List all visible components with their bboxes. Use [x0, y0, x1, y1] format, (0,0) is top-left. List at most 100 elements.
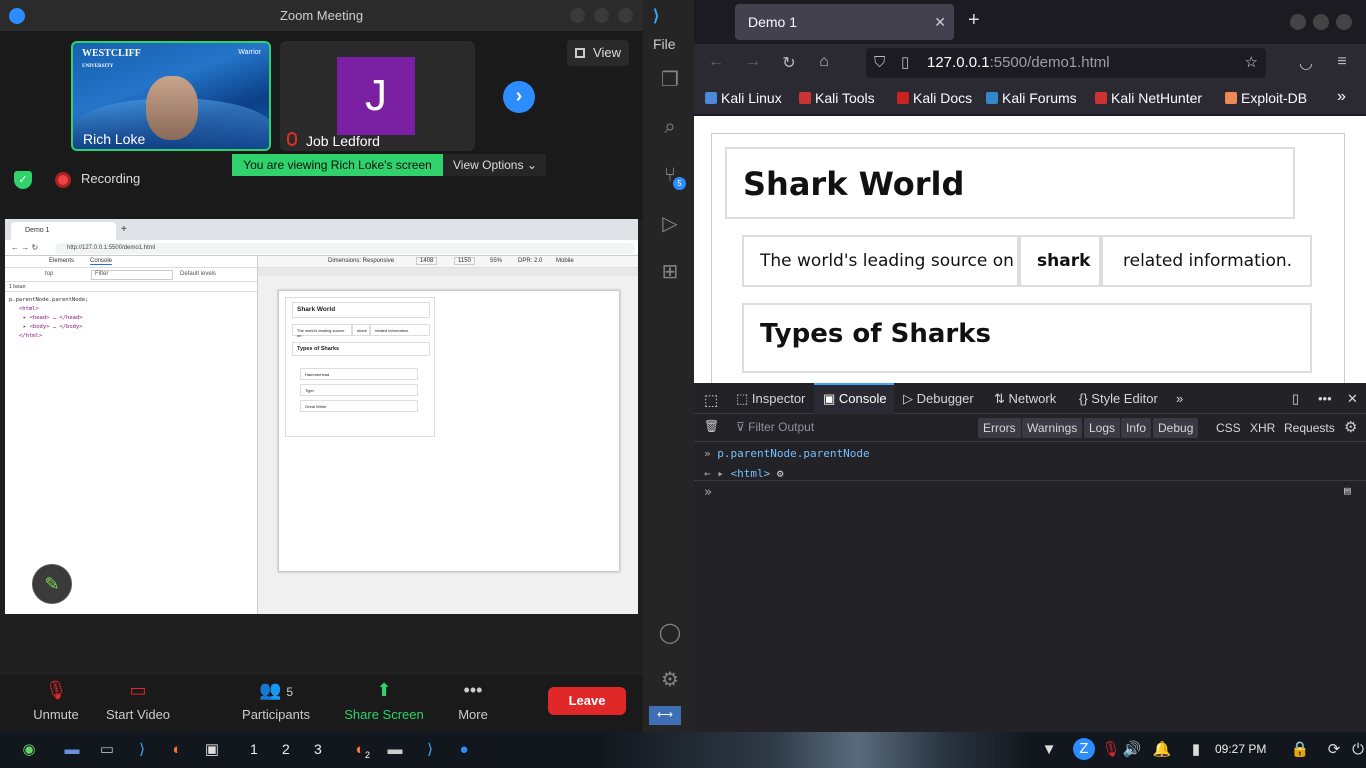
- unmute-button[interactable]: 🎙 Unmute: [28, 679, 84, 722]
- file-menu[interactable]: File: [653, 36, 676, 52]
- battery-icon[interactable]: ▮: [1184, 738, 1208, 762]
- forward-icon[interactable]: →: [742, 53, 764, 71]
- terminal-icon[interactable]: ▣: [200, 738, 224, 762]
- workspace-1[interactable]: 1: [250, 741, 258, 757]
- bookmark-star-icon[interactable]: ☆: [1245, 48, 1258, 78]
- home-icon[interactable]: ⌂: [813, 53, 835, 71]
- dock-icon[interactable]: ▯: [1292, 391, 1299, 407]
- files-icon[interactable]: ▭: [95, 738, 119, 762]
- zoom-window-icon[interactable]: ●: [452, 738, 476, 762]
- mini-cell: related information.: [370, 324, 430, 336]
- desktop-icon[interactable]: ▬: [60, 738, 84, 762]
- more-options-icon[interactable]: •••: [1318, 391, 1332, 406]
- share-arrow-icon: ⬆: [376, 680, 392, 700]
- bookmark-kali-nethunter[interactable]: Kali NetHunter: [1095, 90, 1202, 106]
- trash-icon[interactable]: 🗑: [704, 419, 719, 433]
- bookmark-kali-docs[interactable]: Kali Docs: [897, 90, 972, 106]
- remote-icon[interactable]: ⟷: [649, 706, 681, 725]
- filter-warnings[interactable]: Warnings: [1022, 418, 1083, 438]
- kali-menu-icon[interactable]: ◉: [17, 738, 41, 762]
- chevron-down-icon: ⌄: [526, 158, 537, 172]
- next-page-button[interactable]: ›: [503, 81, 535, 113]
- start-video-button[interactable]: ▭ Start Video: [102, 679, 174, 722]
- console-input-line: » p.parentNode.parentNode: [704, 447, 870, 460]
- zoom-tray-icon[interactable]: Z: [1073, 738, 1095, 760]
- close-devtools-icon[interactable]: ✕: [1347, 391, 1358, 407]
- close-button[interactable]: [618, 8, 633, 23]
- power-icon[interactable]: ⟳: [1322, 738, 1346, 762]
- more-bookmarks-icon[interactable]: »: [1337, 88, 1346, 106]
- minimize-button[interactable]: [1290, 14, 1306, 30]
- tab-style-editor[interactable]: {} Style Editor: [1079, 391, 1158, 406]
- tab-inspector[interactable]: ⬚ Inspector: [736, 391, 805, 407]
- participants-icon: 👥 5: [258, 680, 294, 700]
- pocket-icon[interactable]: ◡: [1295, 53, 1317, 73]
- filter-errors[interactable]: Errors: [978, 418, 1021, 438]
- new-tab-button[interactable]: +: [968, 9, 980, 32]
- close-tab-icon[interactable]: ✕: [934, 4, 946, 40]
- notification-bell-icon[interactable]: 🔔: [1150, 738, 1174, 762]
- logout-icon[interactable]: ⏻: [1346, 738, 1366, 762]
- maximize-button[interactable]: [1313, 14, 1329, 30]
- lock-icon[interactable]: 🔒: [1288, 738, 1312, 762]
- firefox-icon[interactable]: ◐: [165, 738, 189, 762]
- maximize-button[interactable]: [594, 8, 609, 23]
- settings-gear-icon[interactable]: ⚙: [658, 668, 682, 692]
- vscode-icon[interactable]: ⟩: [130, 738, 154, 762]
- annotate-pencil-button[interactable]: ✎: [32, 564, 72, 604]
- leave-button[interactable]: Leave: [548, 687, 626, 715]
- reload-icon[interactable]: ↻: [778, 53, 800, 73]
- account-icon[interactable]: ◯: [658, 621, 682, 645]
- filter-xhr[interactable]: XHR: [1250, 418, 1275, 438]
- view-button[interactable]: View: [567, 40, 629, 66]
- filter-output-input[interactable]: ⊽ Filter Output: [736, 420, 814, 434]
- explorer-icon[interactable]: ❐: [658, 68, 682, 92]
- workspace-3[interactable]: 3: [314, 741, 322, 757]
- bookmark-exploit-db[interactable]: Exploit-DB: [1225, 90, 1307, 106]
- bookmark-kali-forums[interactable]: Kali Forums: [986, 90, 1077, 106]
- share-screen-button[interactable]: ⬆ Share Screen: [342, 679, 426, 722]
- extensions-icon[interactable]: ⊞: [658, 260, 682, 284]
- video-tile-rich-loke[interactable]: WESTCLIFF UNIVERSITY Warrior Rich Loke: [71, 41, 271, 151]
- shared-dt-code: p.parentNode.parentNode; <html> ▸ <head>…: [9, 297, 89, 339]
- vscode-window-icon[interactable]: ⟩: [418, 738, 442, 762]
- wifi-icon[interactable]: ▼: [1037, 738, 1061, 762]
- back-icon[interactable]: ←: [705, 53, 727, 71]
- run-debug-icon[interactable]: ▷: [658, 212, 682, 236]
- view-options-button[interactable]: View Options ⌄: [443, 154, 546, 176]
- tab-console[interactable]: ▣ Console: [823, 391, 887, 407]
- console-prompt[interactable]: »: [704, 485, 712, 500]
- filter-debug[interactable]: Debug: [1153, 418, 1199, 438]
- filter-css[interactable]: CSS: [1216, 418, 1241, 438]
- mini-types: Types of Sharks: [292, 342, 430, 356]
- gear-icon: ⚙: [776, 467, 784, 480]
- minimize-button[interactable]: [570, 8, 585, 23]
- workspace-2[interactable]: 2: [282, 741, 290, 757]
- shared-page-preview: Shark World The world's leading source o…: [278, 290, 620, 572]
- url-bar[interactable]: ⛉ ▯ 127.0.0.1:5500/demo1.html ☆: [866, 48, 1266, 78]
- tab-debugger[interactable]: ▷ Debugger: [903, 391, 974, 407]
- ff-tab[interactable]: Demo 1 ✕: [735, 4, 954, 40]
- security-shield-icon[interactable]: ✓: [14, 171, 32, 189]
- window-list-icon[interactable]: ▬: [383, 738, 407, 762]
- vscode-activity-bar: ⟩ File ❐ ⌕ ⑂ 5 ▷ ⊞ ◯ ⚙ ⟷: [643, 0, 694, 732]
- bookmark-kali-linux[interactable]: Kali Linux: [705, 90, 782, 106]
- multiline-editor-icon[interactable]: ▤: [1344, 484, 1351, 497]
- kali-icon: [705, 92, 717, 104]
- picker-icon[interactable]: ⬚: [704, 391, 718, 409]
- settings-gear-icon[interactable]: ⚙: [1344, 418, 1357, 436]
- search-icon[interactable]: ⌕: [658, 115, 682, 139]
- participants-button[interactable]: 👥 5 Participants: [238, 679, 314, 722]
- filter-logs[interactable]: Logs: [1084, 418, 1121, 438]
- close-button[interactable]: [1336, 14, 1352, 30]
- filter-info[interactable]: Info: [1121, 418, 1152, 438]
- console-result-line[interactable]: ← ▸ <html> ⚙: [704, 467, 784, 480]
- volume-icon[interactable]: 🔊: [1120, 738, 1144, 762]
- more-tabs-icon[interactable]: »: [1176, 391, 1183, 406]
- tab-network[interactable]: ⇅ Network: [994, 391, 1056, 407]
- more-button[interactable]: ••• More: [452, 679, 494, 722]
- bookmark-kali-tools[interactable]: Kali Tools: [799, 90, 875, 106]
- filter-requests[interactable]: Requests: [1284, 418, 1335, 438]
- video-tile-job-ledford[interactable]: J Job Ledford: [280, 41, 475, 151]
- menu-icon[interactable]: ≡: [1331, 53, 1353, 71]
